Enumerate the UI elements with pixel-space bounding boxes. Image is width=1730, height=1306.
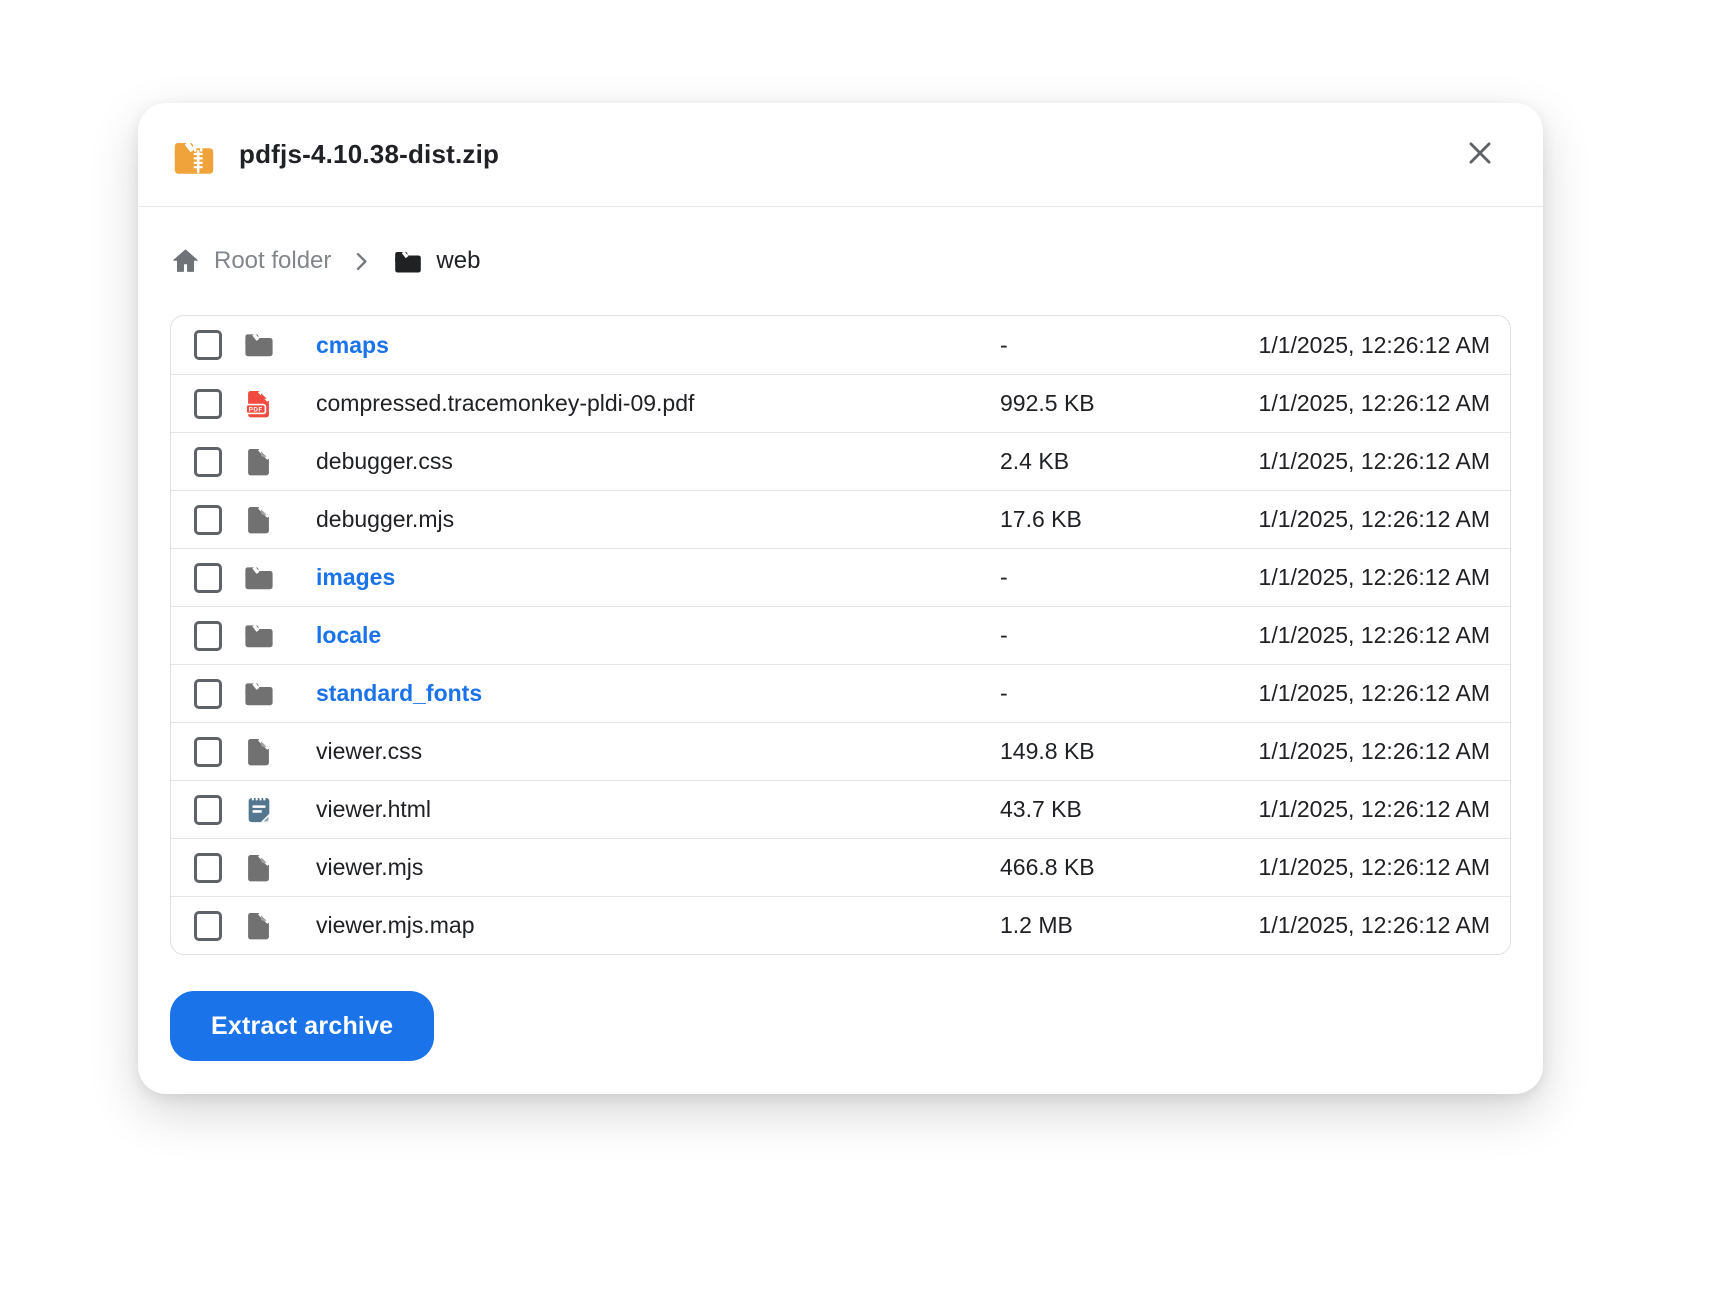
row-checkbox[interactable] xyxy=(194,853,222,883)
row-checkbox[interactable] xyxy=(194,447,222,477)
extract-archive-button[interactable]: Extract archive xyxy=(170,991,434,1061)
close-x-icon xyxy=(1463,136,1497,173)
close-button[interactable] xyxy=(1457,132,1503,178)
file-name: viewer.mjs.map xyxy=(316,912,1000,939)
file-date: 1/1/2025, 12:26:12 AM xyxy=(1250,390,1490,417)
file-size: 149.8 KB xyxy=(1000,738,1250,765)
file-size: 2.4 KB xyxy=(1000,448,1250,475)
zip-viewer-dialog: pdfjs-4.10.38-dist.zip Root folder xyxy=(138,103,1543,1094)
folder-link[interactable]: standard_fonts xyxy=(316,680,1000,707)
page-background: pdfjs-4.10.38-dist.zip Root folder xyxy=(0,0,1730,1306)
file-name: debugger.mjs xyxy=(316,506,1000,533)
file-name: viewer.css xyxy=(316,738,1000,765)
table-row: PDF xyxy=(171,548,1510,606)
file-date: 1/1/2025, 12:26:12 AM xyxy=(1250,854,1490,881)
table-row: PDF xyxy=(171,374,1510,432)
file-name: viewer.html xyxy=(316,796,1000,823)
file-name: debugger.css xyxy=(316,448,1000,475)
table-row: PDF xyxy=(171,664,1510,722)
file-date: 1/1/2025, 12:26:12 AM xyxy=(1250,448,1490,475)
row-checkbox[interactable] xyxy=(194,911,222,941)
folder-icon xyxy=(242,619,276,653)
table-row: PDF xyxy=(171,432,1510,490)
folder-icon xyxy=(242,328,276,362)
pdf-file-icon: PDF xyxy=(242,387,276,421)
file-date: 1/1/2025, 12:26:12 AM xyxy=(1250,564,1490,591)
file-date: 1/1/2025, 12:26:12 AM xyxy=(1250,622,1490,649)
file-name: viewer.mjs xyxy=(316,854,1000,881)
file-date: 1/1/2025, 12:26:12 AM xyxy=(1250,912,1490,939)
row-checkbox[interactable] xyxy=(194,737,222,767)
folder-icon xyxy=(392,246,424,276)
html-file-icon xyxy=(242,793,276,827)
table-row: PDF xyxy=(171,780,1510,838)
svg-text:PDF: PDF xyxy=(249,406,263,413)
file-date: 1/1/2025, 12:26:12 AM xyxy=(1250,506,1490,533)
folder-link[interactable]: cmaps xyxy=(316,332,1000,359)
file-icon xyxy=(242,851,276,885)
breadcrumb-root-folder[interactable]: Root folder xyxy=(214,247,331,275)
file-size: 17.6 KB xyxy=(1000,506,1250,533)
file-size: - xyxy=(1000,332,1250,359)
dialog-header: pdfjs-4.10.38-dist.zip xyxy=(138,103,1543,207)
folder-link[interactable]: locale xyxy=(316,622,1000,649)
table-row: PDF xyxy=(171,896,1510,954)
archive-title: pdfjs-4.10.38-dist.zip xyxy=(239,139,1457,170)
folder-icon xyxy=(242,677,276,711)
file-size: 1.2 MB xyxy=(1000,912,1250,939)
chevron-right-icon xyxy=(350,250,373,273)
row-checkbox[interactable] xyxy=(194,330,222,360)
file-size: - xyxy=(1000,564,1250,591)
breadcrumb: Root folder web xyxy=(170,241,1511,281)
row-checkbox[interactable] xyxy=(194,563,222,593)
row-checkbox[interactable] xyxy=(194,389,222,419)
file-icon xyxy=(242,909,276,943)
file-size: - xyxy=(1000,622,1250,649)
file-size: 992.5 KB xyxy=(1000,390,1250,417)
row-checkbox[interactable] xyxy=(194,679,222,709)
file-size: 43.7 KB xyxy=(1000,796,1250,823)
file-size: 466.8 KB xyxy=(1000,854,1250,881)
file-table: PDF xyxy=(170,315,1511,955)
file-date: 1/1/2025, 12:26:12 AM xyxy=(1250,332,1490,359)
folder-link[interactable]: images xyxy=(316,564,1000,591)
file-date: 1/1/2025, 12:26:12 AM xyxy=(1250,738,1490,765)
file-icon xyxy=(242,735,276,769)
breadcrumb-current-folder: web xyxy=(436,247,480,275)
folder-icon xyxy=(242,561,276,595)
table-row: PDF xyxy=(171,490,1510,548)
row-checkbox[interactable] xyxy=(194,505,222,535)
table-row: PDF xyxy=(171,722,1510,780)
row-checkbox[interactable] xyxy=(194,621,222,651)
row-checkbox[interactable] xyxy=(194,795,222,825)
home-icon xyxy=(170,246,201,277)
file-date: 1/1/2025, 12:26:12 AM xyxy=(1250,796,1490,823)
file-size: - xyxy=(1000,680,1250,707)
file-name: compressed.tracemonkey-pldi-09.pdf xyxy=(316,390,1000,417)
file-icon xyxy=(242,445,276,479)
table-row: PDF xyxy=(171,606,1510,664)
file-date: 1/1/2025, 12:26:12 AM xyxy=(1250,680,1490,707)
table-row: PDF xyxy=(171,838,1510,896)
file-icon xyxy=(242,503,276,537)
zip-folder-icon xyxy=(170,134,218,176)
table-row: PDF xyxy=(171,316,1510,374)
